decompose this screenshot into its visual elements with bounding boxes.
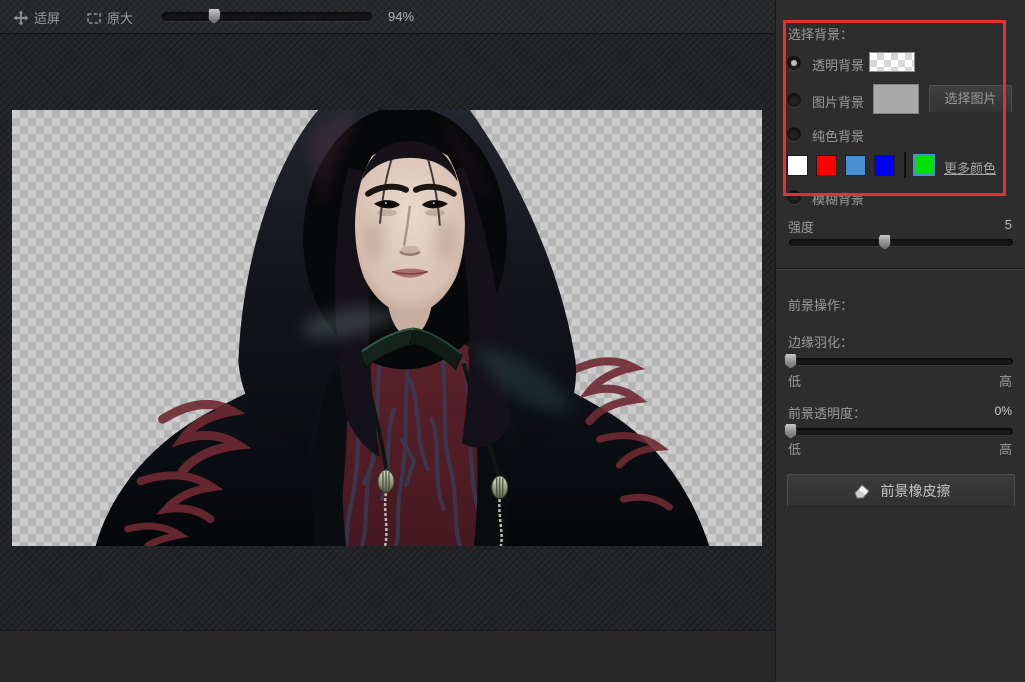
feather-label: 边缘羽化： [788,335,854,350]
solid-background-label: 纯色背景 [812,129,865,144]
opacity-slider-thumb[interactable] [784,423,798,439]
opacity-slider[interactable] [784,423,1013,439]
feather-slider-thumb[interactable] [784,353,798,369]
subject-image [95,110,710,546]
fit-screen-button[interactable]: 适屏 [13,8,60,27]
strength-value: 5 [1004,217,1012,232]
feather-slider[interactable] [784,353,1013,369]
fit-screen-icon [13,10,29,26]
eraser-icon [852,482,872,499]
choose-image-button[interactable]: 选择图片 [929,85,1012,113]
swatch-divider [904,152,906,178]
opacity-high-label: 高 [998,442,1012,457]
foreground-eraser-button[interactable]: 前景橡皮擦 [787,474,1015,507]
color-swatch-red[interactable] [816,155,837,176]
settings-panel: 选择背景： 透明背景 图片背景 选择图片 纯色背景 更多颜色 模糊背景 强度 5… [775,0,1025,682]
foreground-section-title: 前景操作： [788,298,854,313]
eraser-button-label: 前景橡皮擦 [880,482,951,499]
transparent-background-label: 透明背景 [812,58,865,73]
color-swatch-blue[interactable] [874,155,895,176]
opacity-label: 前景透明度： [788,406,867,421]
feather-low-label: 低 [788,374,802,389]
strength-slider[interactable] [789,234,1013,250]
background-editor-window: 适屏 原大 94% 选择背景： 透明背景 图片背景 选择图片 纯色背景 更多颜色… [0,0,1025,682]
color-swatch-steelblue[interactable] [845,155,866,176]
blur-background-label: 模糊背景 [812,192,865,207]
strength-label: 强度 [788,220,815,235]
strength-slider-thumb[interactable] [878,234,892,250]
panel-divider [776,269,1025,270]
original-size-icon [86,10,102,26]
zoom-slider-thumb[interactable] [207,8,221,24]
view-toolbar: 适屏 原大 94% [0,0,775,34]
radio-transparent-background[interactable] [787,56,801,70]
radio-blur-background[interactable] [787,190,801,204]
opacity-low-label: 低 [788,442,802,457]
fit-screen-label: 适屏 [34,11,61,26]
original-size-button[interactable]: 原大 [86,8,133,27]
workspace: 适屏 原大 94% [0,0,775,682]
zoom-slider[interactable] [162,8,372,24]
more-colors-link[interactable]: 更多颜色 [944,158,996,177]
opacity-value: 0% [994,404,1012,418]
zoom-percent: 94% [388,9,415,24]
feather-high-label: 高 [998,374,1012,389]
radio-solid-background[interactable] [787,127,801,141]
color-swatch-white[interactable] [787,155,808,176]
background-section-title: 选择背景： [788,27,854,42]
radio-image-background[interactable] [787,93,801,107]
transparent-preview-swatch [869,52,915,72]
image-preview-swatch [873,84,919,114]
action-bar: 确定 另存为 返回抠图 取消 [0,630,775,682]
color-swatch-green[interactable] [913,154,935,176]
original-size-label: 原大 [107,11,134,26]
image-background-label: 图片背景 [812,95,865,110]
canvas-preview[interactable] [12,110,762,546]
